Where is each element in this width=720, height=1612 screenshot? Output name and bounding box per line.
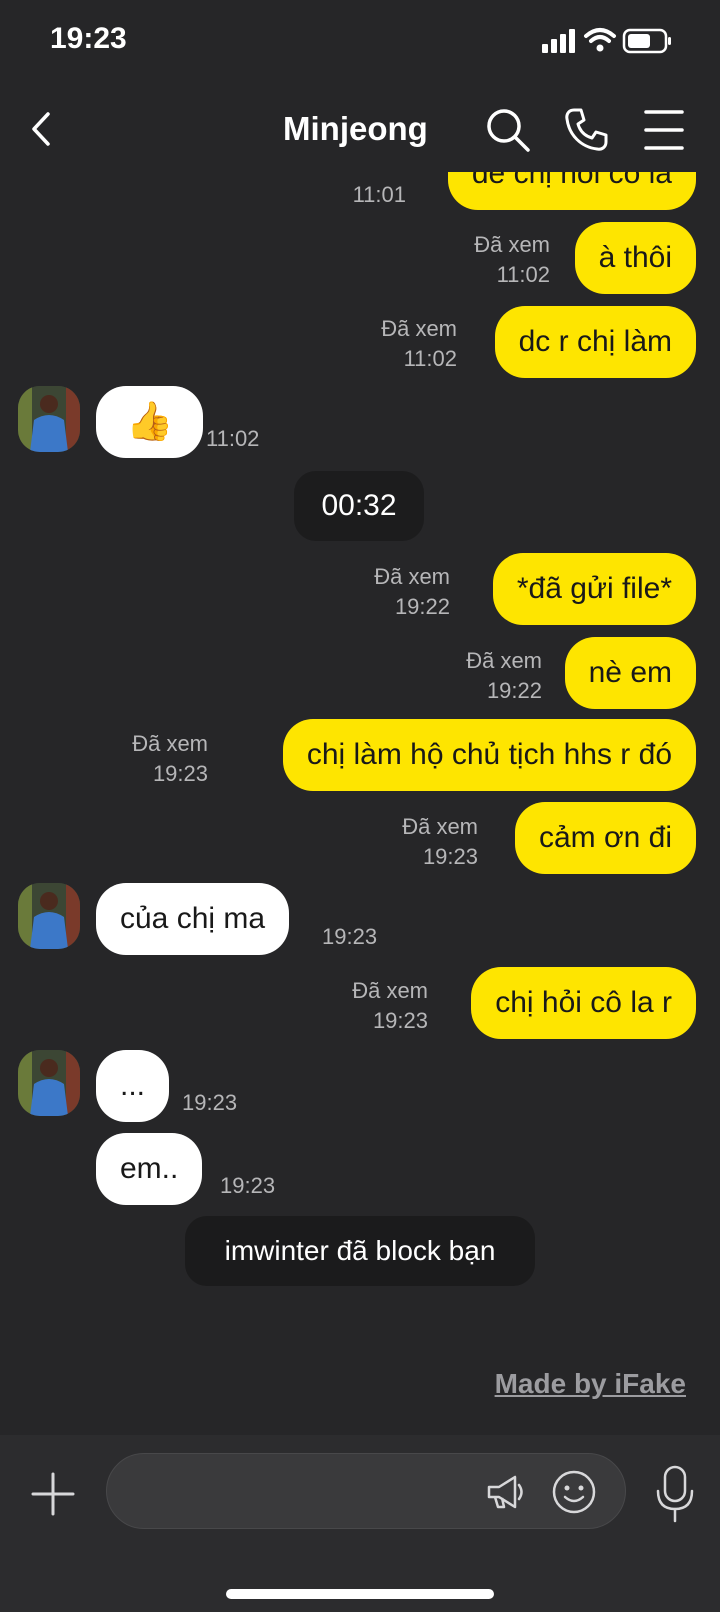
avatar-image (18, 386, 80, 452)
outgoing-message[interactable]: nè em (564, 637, 696, 709)
watermark-link[interactable]: Made by iFake (495, 1368, 686, 1400)
message-meta: Đã xem 19:23 (268, 976, 428, 1036)
message-meta: Đã xem 19:23 (318, 812, 478, 872)
status-bar: 19:23 (0, 0, 720, 80)
message-time: 19:22 (486, 678, 542, 703)
message-meta: Đã xem 19:22 (290, 562, 450, 622)
message-time: 11:02 (403, 346, 457, 371)
read-receipt: Đã xem (402, 814, 478, 839)
plus-icon (31, 1472, 75, 1516)
message-meta: Đã xem 19:23 (48, 729, 208, 789)
message-time: 11:01 (352, 182, 406, 207)
search-icon (487, 109, 530, 152)
emoji-icon (552, 1470, 596, 1514)
avatar-image (18, 1050, 80, 1116)
input-bar (0, 1435, 720, 1612)
megaphone-button[interactable] (485, 1471, 527, 1513)
incoming-message[interactable]: ... (96, 1050, 170, 1122)
chat-header: Minjeong (0, 86, 720, 176)
chat-title: Minjeong (283, 110, 428, 147)
message-time: 11:02 (496, 262, 550, 287)
status-time: 19:23 (50, 22, 127, 55)
avatar-image (18, 883, 80, 949)
message-meta: Đã xem 11:02 (390, 230, 550, 290)
outgoing-message[interactable]: chị hỏi cô la r (471, 967, 696, 1039)
outgoing-message[interactable]: chị làm hộ chủ tịch hhs r đó (282, 719, 696, 791)
message-time: 11:02 (206, 426, 260, 451)
outgoing-message[interactable]: *đã gửi file* (492, 553, 696, 625)
avatar[interactable] (18, 386, 80, 452)
outgoing-message[interactable]: cảm ơn đi (514, 802, 696, 874)
avatar[interactable] (18, 1050, 80, 1116)
call-duration[interactable]: 00:32 (294, 471, 424, 541)
read-receipt: Đã xem (352, 978, 428, 1003)
incoming-message[interactable]: của chị ma (96, 883, 290, 955)
system-notice: imwinter đã block bạn (185, 1216, 535, 1286)
menu-button[interactable] (640, 106, 688, 154)
read-receipt: Đã xem (466, 648, 542, 673)
read-receipt: Đã xem (132, 731, 208, 756)
incoming-message[interactable]: em.. (96, 1133, 203, 1205)
signal-wifi-battery-icon (542, 28, 671, 54)
search-button[interactable] (484, 106, 532, 154)
phone-icon (565, 108, 608, 151)
microphone-icon (656, 1465, 694, 1523)
megaphone-icon (487, 1475, 523, 1509)
home-indicator[interactable] (226, 1589, 494, 1599)
chevron-left-icon (32, 112, 50, 146)
read-receipt: Đã xem (474, 232, 550, 257)
outgoing-message[interactable]: để chị hỏi cô la (447, 172, 696, 210)
back-button[interactable] (26, 104, 66, 154)
read-receipt: Đã xem (374, 564, 450, 589)
attach-button[interactable] (30, 1471, 76, 1517)
read-receipt: Đã xem (381, 316, 457, 341)
emoji-button[interactable] (551, 1469, 597, 1515)
avatar[interactable] (18, 883, 80, 949)
call-button[interactable] (562, 106, 610, 154)
message-time: 19:23 (422, 844, 478, 869)
message-list[interactable]: 11:01 để chị hỏi cô la Đã xem 11:02 à th… (0, 172, 720, 1322)
message-time: 19:23 (372, 1008, 428, 1033)
message-time: 19:23 (182, 1090, 238, 1115)
voice-button[interactable] (652, 1465, 698, 1523)
outgoing-message[interactable]: dc r chị làm (494, 306, 696, 378)
message-time: 19:22 (394, 594, 450, 619)
message-meta: Đã xem 19:22 (382, 646, 542, 706)
menu-icon (644, 110, 684, 150)
message-time: 19:23 (152, 761, 208, 786)
message-meta: Đã xem 11:02 (297, 314, 457, 374)
message-time: 19:23 (220, 1173, 276, 1198)
message-meta: 11:01 (286, 180, 406, 210)
message-input[interactable] (106, 1453, 626, 1529)
message-time: 19:23 (322, 924, 378, 949)
status-icons (542, 26, 682, 56)
outgoing-message[interactable]: à thôi (574, 222, 696, 294)
incoming-message[interactable]: 👍 (96, 386, 204, 458)
